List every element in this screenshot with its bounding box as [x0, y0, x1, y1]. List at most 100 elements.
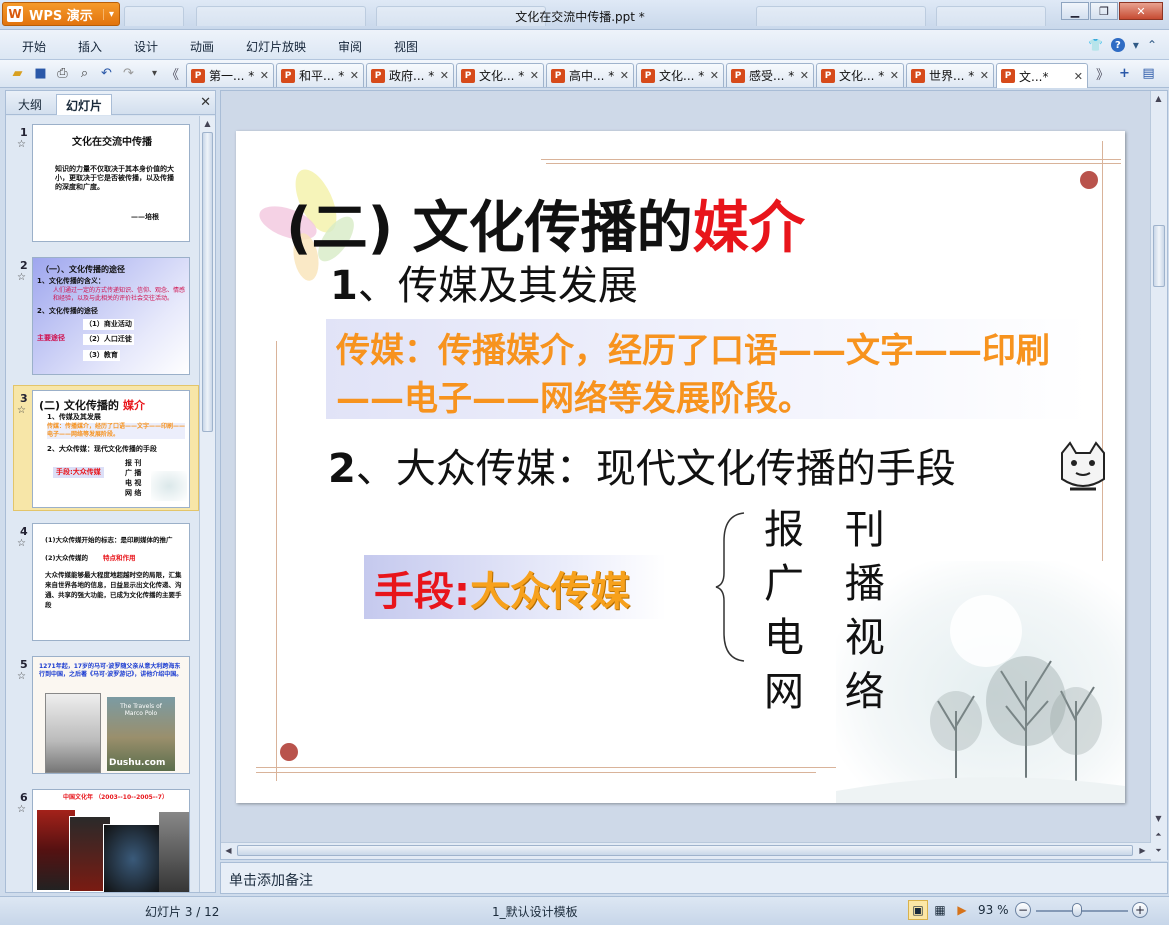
doc-tab[interactable]: P 和平... * ✕ — [276, 63, 364, 87]
point-1-number: 1 — [330, 263, 358, 309]
close-panel-icon[interactable]: ✕ — [200, 95, 211, 110]
tab-slides[interactable]: 幻灯片 — [56, 94, 113, 115]
slide-title[interactable]: (二) 文化传播的媒介 — [286, 183, 805, 264]
editor-vertical-scrollbar[interactable]: ▲ ▼ ⏶ ⏷ — [1150, 91, 1167, 861]
editor-vscroll-thumb[interactable] — [1153, 225, 1165, 287]
help-icon[interactable]: ? — [1110, 38, 1125, 52]
minimize-ribbon-icon[interactable]: ⌃ — [1147, 38, 1157, 52]
tab-scroll-left-icon[interactable]: 《 — [164, 65, 181, 83]
media-list[interactable]: 报 刊 广 播 电 视 网 络 — [764, 503, 899, 719]
editor-hscroll-thumb[interactable] — [237, 845, 1133, 856]
close-tab-icon[interactable]: ✕ — [260, 69, 269, 82]
close-tab-icon[interactable]: ✕ — [710, 69, 719, 82]
close-tab-icon[interactable]: ✕ — [440, 69, 449, 82]
minimize-button[interactable]: ▁ — [1061, 2, 1089, 20]
notes-placeholder: 单击添加备注 — [229, 873, 313, 889]
point-1-heading[interactable]: 1、传媒及其发展 — [330, 253, 638, 311]
ppt-file-icon: P — [281, 68, 295, 83]
close-tab-icon[interactable]: ✕ — [890, 69, 899, 82]
scroll-down-icon[interactable]: ▼ — [1151, 811, 1166, 826]
menu-view[interactable]: 视图 — [394, 38, 418, 55]
thumb-line: 中国文化年 （2003--10--2005--7） — [63, 794, 168, 801]
tab-list-icon[interactable]: ▤ — [1140, 65, 1157, 82]
close-tab-icon[interactable]: ✕ — [530, 69, 539, 82]
ppt-file-icon: P — [641, 68, 655, 83]
zoom-out-icon[interactable]: − — [1015, 902, 1031, 918]
slideshow-icon[interactable]: ▶ — [952, 900, 972, 920]
slide-thumbnail-5[interactable]: 1271年起，17岁的马可·波罗随父亲从意大利跨海东行到中国，之后著《马可·波罗… — [32, 656, 190, 774]
open-folder-icon[interactable]: ▰ — [9, 65, 26, 82]
point-2-heading[interactable]: 2、大众传媒：现代文化传播的手段 — [328, 436, 956, 494]
zoom-slider-handle[interactable] — [1072, 903, 1083, 917]
doc-tab-label: 文...* — [1019, 69, 1049, 84]
restore-button[interactable]: ❐ — [1090, 2, 1118, 20]
doc-tab-active[interactable]: P 文...* ✕ — [996, 63, 1088, 88]
doc-tab[interactable]: P 感受... * ✕ — [726, 63, 814, 87]
menu-design[interactable]: 设计 — [134, 38, 158, 55]
scroll-up-icon[interactable]: ▲ — [200, 116, 215, 131]
tab-scroll-right-icon[interactable]: 》 — [1094, 65, 1111, 83]
customize-toolbar-icon[interactable]: ▾ — [146, 65, 163, 82]
scroll-up-icon[interactable]: ▲ — [1151, 91, 1166, 106]
doc-tab[interactable]: P 文化... * ✕ — [636, 63, 724, 87]
thumb-line: 2、文化传播的途径 — [37, 307, 98, 315]
zoom-in-icon[interactable]: + — [1132, 902, 1148, 918]
print-icon[interactable]: ⎙ — [54, 65, 71, 82]
save-icon[interactable]: ■ — [32, 65, 49, 82]
panel-tabs: 大纲 幻灯片 ✕ — [6, 91, 215, 115]
thumb-author: ——培根 — [131, 213, 159, 221]
media-item: 广 播 — [764, 561, 899, 607]
doc-tab-label: 文化... * — [659, 69, 705, 83]
means-text[interactable]: 手段:大众传媒 — [374, 559, 630, 617]
doc-tab[interactable]: P 文化... * ✕ — [456, 63, 544, 87]
chevron-down-icon[interactable]: ▾ — [1133, 38, 1139, 52]
photo-collage-picture — [159, 812, 189, 892]
doc-tab[interactable]: P 政府... * ✕ — [366, 63, 454, 87]
slide-thumbnail-1[interactable]: 文化在交流中传播 知识的力量不仅取决于其本身价值的大小，更取决于它是否被传播，以… — [32, 124, 190, 242]
menu-home[interactable]: 开始 — [22, 38, 46, 55]
current-slide[interactable]: (二) 文化传播的媒介 1、传媒及其发展 传媒：传播媒介，经历了口语——文字——… — [236, 131, 1125, 803]
redo-icon[interactable]: ↷ — [120, 65, 137, 82]
normal-view-icon[interactable]: ▣ — [908, 900, 928, 920]
menu-animation[interactable]: 动画 — [190, 38, 214, 55]
wps-app-menu-button[interactable]: W WPS 演示 ▾ — [2, 2, 120, 26]
print-preview-icon[interactable]: ⌕ — [76, 65, 93, 82]
slide-sorter-icon[interactable]: ▦ — [930, 900, 950, 920]
tab-outline[interactable]: 大纲 — [9, 94, 51, 115]
ppt-file-icon: P — [911, 68, 925, 83]
close-tab-icon[interactable]: ✕ — [350, 69, 359, 82]
previous-slide-icon[interactable]: ⏶ — [1151, 827, 1166, 842]
doc-tab[interactable]: P 文化... * ✕ — [816, 63, 904, 87]
close-tab-icon[interactable]: ✕ — [1074, 70, 1083, 83]
slide-thumbnail-4[interactable]: (1)大众传媒开始的标志：是印刷媒体的推广 (2)大众传媒的 特点和作用 大众传… — [32, 523, 190, 641]
scroll-left-icon[interactable]: ◀ — [221, 843, 236, 858]
menu-review[interactable]: 审阅 — [338, 38, 362, 55]
panel-scroll-thumb[interactable] — [202, 132, 213, 432]
close-button[interactable]: ✕ — [1119, 2, 1163, 20]
background-window-tab — [936, 6, 1046, 26]
menu-slideshow[interactable]: 幻灯片放映 — [246, 38, 306, 55]
panel-scrollbar[interactable]: ▲ — [199, 116, 215, 892]
skin-shirt-icon[interactable]: 👕 — [1088, 38, 1103, 52]
editor-horizontal-scrollbar[interactable]: ◀ ▶ — [221, 842, 1151, 859]
design-template-name[interactable]: 1_默认设计模板 — [492, 903, 578, 920]
slide-thumbnail-6[interactable]: 中国文化年 （2003--10--2005--7） — [32, 789, 190, 892]
slide-thumbnail-3[interactable]: (二) 文化传播的 媒介 1、传媒及其发展 传媒：传播媒介，经历了口语——文字—… — [32, 390, 190, 508]
new-tab-icon[interactable]: + — [1116, 65, 1133, 82]
close-tab-icon[interactable]: ✕ — [980, 69, 989, 82]
doc-tab[interactable]: P 高中... * ✕ — [546, 63, 634, 87]
doc-tab[interactable]: P 世界... * ✕ — [906, 63, 994, 87]
scroll-right-icon[interactable]: ▶ — [1135, 843, 1150, 858]
slide-thumbnail-2[interactable]: （一）、文化传播的途径 1、文化传播的含义： 人们通过一定的方式传递知识、信仰、… — [32, 257, 190, 375]
close-tab-icon[interactable]: ✕ — [620, 69, 629, 82]
ppt-file-icon: P — [821, 68, 835, 83]
doc-tab[interactable]: P 第一... * ✕ — [186, 63, 274, 87]
undo-icon[interactable]: ↶ — [98, 65, 115, 82]
definition-text[interactable]: 传媒：传播媒介，经历了口语——文字——印刷——电子——网络等发展阶段。 — [336, 327, 1096, 423]
menu-insert[interactable]: 插入 — [78, 38, 102, 55]
next-slide-icon[interactable]: ⏷ — [1151, 843, 1166, 858]
thumb-line: (二) 文化传播的 — [39, 399, 119, 412]
close-tab-icon[interactable]: ✕ — [800, 69, 809, 82]
thumb-line: 媒介 — [123, 399, 145, 412]
notes-pane[interactable]: 单击添加备注 — [220, 862, 1168, 894]
